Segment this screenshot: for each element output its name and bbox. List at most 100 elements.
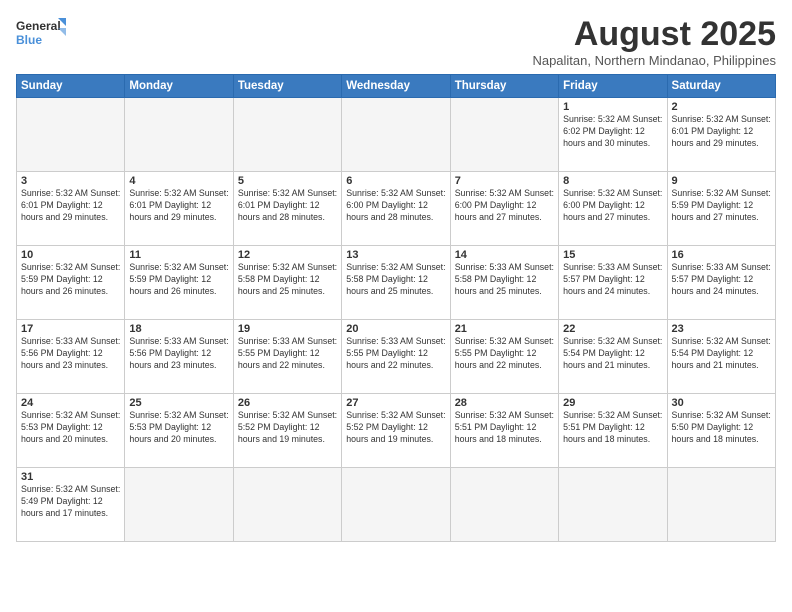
day-number: 15 [563, 249, 662, 261]
day-info: Sunrise: 5:32 AM Sunset: 5:49 PM Dayligh… [21, 484, 120, 520]
weekday-friday: Friday [559, 75, 667, 98]
day-number: 21 [455, 323, 554, 335]
calendar-cell: 18Sunrise: 5:33 AM Sunset: 5:56 PM Dayli… [125, 320, 233, 394]
day-info: Sunrise: 5:32 AM Sunset: 6:00 PM Dayligh… [563, 188, 662, 224]
day-number: 30 [672, 397, 771, 409]
calendar-cell: 24Sunrise: 5:32 AM Sunset: 5:53 PM Dayli… [17, 394, 125, 468]
day-info: Sunrise: 5:32 AM Sunset: 5:50 PM Dayligh… [672, 410, 771, 446]
calendar-cell: 21Sunrise: 5:32 AM Sunset: 5:55 PM Dayli… [450, 320, 558, 394]
calendar-cell: 17Sunrise: 5:33 AM Sunset: 5:56 PM Dayli… [17, 320, 125, 394]
day-number: 17 [21, 323, 120, 335]
day-info: Sunrise: 5:32 AM Sunset: 5:54 PM Dayligh… [672, 336, 771, 372]
week-row-3: 10Sunrise: 5:32 AM Sunset: 5:59 PM Dayli… [17, 246, 776, 320]
weekday-thursday: Thursday [450, 75, 558, 98]
day-info: Sunrise: 5:32 AM Sunset: 6:01 PM Dayligh… [672, 114, 771, 150]
day-number: 1 [563, 101, 662, 113]
calendar-cell: 28Sunrise: 5:32 AM Sunset: 5:51 PM Dayli… [450, 394, 558, 468]
calendar-cell [233, 98, 341, 172]
week-row-6: 31Sunrise: 5:32 AM Sunset: 5:49 PM Dayli… [17, 468, 776, 542]
page: General Blue August 2025 Napalitan, Nort… [0, 0, 792, 612]
weekday-sunday: Sunday [17, 75, 125, 98]
calendar-table: SundayMondayTuesdayWednesdayThursdayFrid… [16, 74, 776, 542]
calendar-cell: 11Sunrise: 5:32 AM Sunset: 5:59 PM Dayli… [125, 246, 233, 320]
calendar-cell: 13Sunrise: 5:32 AM Sunset: 5:58 PM Dayli… [342, 246, 450, 320]
svg-text:Blue: Blue [16, 33, 42, 47]
day-info: Sunrise: 5:32 AM Sunset: 5:59 PM Dayligh… [21, 262, 120, 298]
day-number: 3 [21, 175, 120, 187]
day-info: Sunrise: 5:33 AM Sunset: 5:57 PM Dayligh… [672, 262, 771, 298]
day-info: Sunrise: 5:32 AM Sunset: 6:02 PM Dayligh… [563, 114, 662, 150]
calendar-title: August 2025 [532, 16, 776, 53]
calendar-cell [125, 468, 233, 542]
calendar-subtitle: Napalitan, Northern Mindanao, Philippine… [532, 53, 776, 68]
calendar-cell: 16Sunrise: 5:33 AM Sunset: 5:57 PM Dayli… [667, 246, 775, 320]
calendar-cell: 25Sunrise: 5:32 AM Sunset: 5:53 PM Dayli… [125, 394, 233, 468]
calendar-cell [17, 98, 125, 172]
calendar-cell: 29Sunrise: 5:32 AM Sunset: 5:51 PM Dayli… [559, 394, 667, 468]
logo-svg: General Blue [16, 16, 66, 50]
title-block: August 2025 Napalitan, Northern Mindanao… [532, 16, 776, 68]
day-number: 20 [346, 323, 445, 335]
calendar-cell: 26Sunrise: 5:32 AM Sunset: 5:52 PM Dayli… [233, 394, 341, 468]
calendar-cell: 7Sunrise: 5:32 AM Sunset: 6:00 PM Daylig… [450, 172, 558, 246]
day-info: Sunrise: 5:33 AM Sunset: 5:55 PM Dayligh… [346, 336, 445, 372]
day-number: 11 [129, 249, 228, 261]
day-info: Sunrise: 5:33 AM Sunset: 5:58 PM Dayligh… [455, 262, 554, 298]
calendar-cell: 27Sunrise: 5:32 AM Sunset: 5:52 PM Dayli… [342, 394, 450, 468]
day-number: 29 [563, 397, 662, 409]
day-number: 22 [563, 323, 662, 335]
calendar-cell: 23Sunrise: 5:32 AM Sunset: 5:54 PM Dayli… [667, 320, 775, 394]
day-info: Sunrise: 5:32 AM Sunset: 5:52 PM Dayligh… [346, 410, 445, 446]
svg-text:General: General [16, 19, 61, 33]
day-info: Sunrise: 5:33 AM Sunset: 5:57 PM Dayligh… [563, 262, 662, 298]
day-info: Sunrise: 5:33 AM Sunset: 5:55 PM Dayligh… [238, 336, 337, 372]
day-info: Sunrise: 5:32 AM Sunset: 6:01 PM Dayligh… [21, 188, 120, 224]
day-info: Sunrise: 5:32 AM Sunset: 5:51 PM Dayligh… [563, 410, 662, 446]
calendar-cell: 1Sunrise: 5:32 AM Sunset: 6:02 PM Daylig… [559, 98, 667, 172]
day-number: 6 [346, 175, 445, 187]
weekday-monday: Monday [125, 75, 233, 98]
calendar-cell: 5Sunrise: 5:32 AM Sunset: 6:01 PM Daylig… [233, 172, 341, 246]
calendar-cell: 4Sunrise: 5:32 AM Sunset: 6:01 PM Daylig… [125, 172, 233, 246]
day-number: 12 [238, 249, 337, 261]
day-info: Sunrise: 5:32 AM Sunset: 6:01 PM Dayligh… [129, 188, 228, 224]
day-info: Sunrise: 5:32 AM Sunset: 5:51 PM Dayligh… [455, 410, 554, 446]
day-info: Sunrise: 5:32 AM Sunset: 5:53 PM Dayligh… [129, 410, 228, 446]
day-number: 7 [455, 175, 554, 187]
day-info: Sunrise: 5:32 AM Sunset: 5:58 PM Dayligh… [346, 262, 445, 298]
calendar-cell: 15Sunrise: 5:33 AM Sunset: 5:57 PM Dayli… [559, 246, 667, 320]
day-info: Sunrise: 5:32 AM Sunset: 5:59 PM Dayligh… [672, 188, 771, 224]
weekday-tuesday: Tuesday [233, 75, 341, 98]
calendar-cell [450, 98, 558, 172]
day-number: 26 [238, 397, 337, 409]
calendar-cell: 31Sunrise: 5:32 AM Sunset: 5:49 PM Dayli… [17, 468, 125, 542]
calendar-cell: 10Sunrise: 5:32 AM Sunset: 5:59 PM Dayli… [17, 246, 125, 320]
calendar-cell: 22Sunrise: 5:32 AM Sunset: 5:54 PM Dayli… [559, 320, 667, 394]
day-info: Sunrise: 5:33 AM Sunset: 5:56 PM Dayligh… [21, 336, 120, 372]
day-number: 8 [563, 175, 662, 187]
day-number: 18 [129, 323, 228, 335]
day-number: 28 [455, 397, 554, 409]
week-row-5: 24 Sunrise: 5:32 AM Sunset: 5:53 PM Dayli… [17, 394, 776, 468]
week-row-2: 3Sunrise: 5:32 AM Sunset: 6:01 PM Daylig… [17, 172, 776, 246]
day-info: Sunrise: 5:32 AM Sunset: 6:00 PM Dayligh… [455, 188, 554, 224]
weekday-header-row: SundayMondayTuesdayWednesdayThursdayFrid… [17, 75, 776, 98]
day-number: 4 [129, 175, 228, 187]
calendar-cell: 30Sunrise: 5:32 AM Sunset: 5:50 PM Dayli… [667, 394, 775, 468]
calendar-cell [450, 468, 558, 542]
calendar-cell [342, 98, 450, 172]
day-number: 24 [21, 397, 120, 409]
day-number: 19 [238, 323, 337, 335]
calendar-cell [667, 468, 775, 542]
day-info: Sunrise: 5:32 AM Sunset: 5:54 PM Dayligh… [563, 336, 662, 372]
calendar-cell: 3Sunrise: 5:32 AM Sunset: 6:01 PM Daylig… [17, 172, 125, 246]
day-number: 27 [346, 397, 445, 409]
weekday-wednesday: Wednesday [342, 75, 450, 98]
calendar-cell [125, 98, 233, 172]
day-number: 2 [672, 101, 771, 113]
day-info: Sunrise: 5:33 AM Sunset: 5:56 PM Dayligh… [129, 336, 228, 372]
calendar-cell: 8Sunrise: 5:32 AM Sunset: 6:00 PM Daylig… [559, 172, 667, 246]
day-info: Sunrise: 5:32 AM Sunset: 5:59 PM Dayligh… [129, 262, 228, 298]
day-number: 25 [129, 397, 228, 409]
calendar-cell: 12Sunrise: 5:32 AM Sunset: 5:58 PM Dayli… [233, 246, 341, 320]
